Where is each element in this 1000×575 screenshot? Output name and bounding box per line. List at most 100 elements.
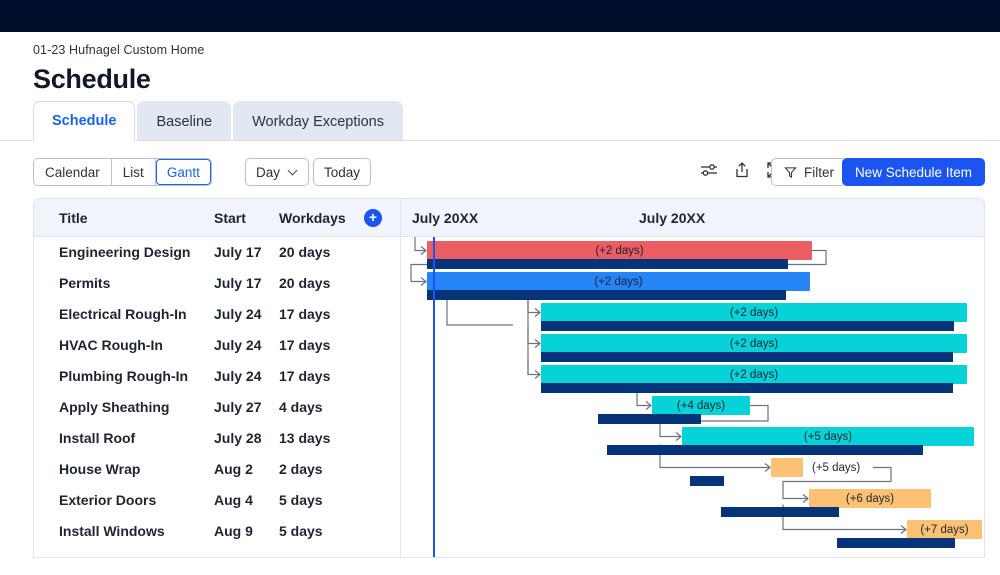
row-title: Electrical Rough-In bbox=[59, 306, 187, 322]
table-row[interactable]: Exterior Doors Aug 4 5 days bbox=[34, 485, 400, 516]
filter-funnel-icon bbox=[784, 166, 797, 178]
gantt-baseline-bar bbox=[541, 352, 953, 362]
gantt-bar[interactable]: (+7 days) bbox=[907, 520, 982, 539]
row-start-date: Aug 4 bbox=[214, 492, 253, 508]
breadcrumb[interactable]: 01-23 Hufnagel Custom Home bbox=[33, 32, 204, 58]
tab-workday-exceptions[interactable]: Workday Exceptions bbox=[233, 101, 403, 141]
table-row[interactable]: Electrical Rough-In July 24 17 days bbox=[34, 299, 400, 330]
row-workdays: 4 days bbox=[279, 399, 323, 415]
gantt-baseline-bar bbox=[598, 414, 701, 424]
view-mode-gantt[interactable]: Gantt bbox=[155, 159, 211, 185]
row-workdays: 17 days bbox=[279, 368, 331, 384]
add-column-button[interactable]: + bbox=[364, 209, 382, 227]
row-start-date: July 28 bbox=[214, 430, 262, 446]
row-title: Exterior Doors bbox=[59, 492, 157, 508]
row-workdays: 13 days bbox=[279, 430, 331, 446]
dependency-arrowhead bbox=[534, 370, 541, 379]
gantt-baseline-bar bbox=[541, 383, 953, 393]
row-start-date: July 27 bbox=[214, 399, 262, 415]
table-row[interactable]: Apply Sheathing July 27 4 days bbox=[34, 392, 400, 423]
row-workdays: 17 days bbox=[279, 337, 331, 353]
share-export-icon[interactable] bbox=[732, 160, 752, 180]
schedule-row-list: Engineering Design July 17 20 days Permits J… bbox=[34, 237, 400, 547]
table-row[interactable]: Install Roof July 28 13 days bbox=[34, 423, 400, 454]
column-header-workdays[interactable]: Workdays bbox=[279, 210, 346, 226]
row-title: Permits bbox=[59, 275, 111, 291]
row-start-date: July 24 bbox=[214, 306, 262, 322]
row-workdays: 20 days bbox=[279, 275, 331, 291]
column-header-title[interactable]: Title bbox=[59, 210, 88, 226]
row-start-date: Aug 2 bbox=[214, 461, 253, 477]
gantt-bar-label: (+5 days) bbox=[812, 461, 861, 474]
row-title: Plumbing Rough-In bbox=[59, 368, 189, 384]
dependency-arrowhead bbox=[534, 339, 541, 348]
gantt-bar[interactable]: (+2 days) bbox=[541, 334, 967, 353]
zoom-level-value: Day bbox=[256, 164, 281, 180]
schedule-app: 01-23 Hufnagel Custom Home Schedule Sche… bbox=[0, 0, 1000, 575]
gantt-bar-label: (+2 days) bbox=[729, 368, 779, 381]
gantt-bar[interactable]: (+5 days) bbox=[682, 427, 974, 446]
table-row[interactable]: Install Windows Aug 9 5 days bbox=[34, 516, 400, 547]
row-workdays: 5 days bbox=[279, 492, 323, 508]
grid-header: Title Start Workdays + July 20XX July 20… bbox=[34, 199, 984, 237]
row-workdays: 20 days bbox=[279, 244, 331, 260]
table-row[interactable]: HVAC Rough-In July 24 17 days bbox=[34, 330, 400, 361]
gantt-bar-label: (+4 days) bbox=[676, 399, 726, 412]
zoom-level-dropdown[interactable]: Day bbox=[245, 158, 310, 186]
gantt-bar[interactable]: (+5 days) bbox=[771, 458, 860, 477]
row-workdays: 2 days bbox=[279, 461, 323, 477]
dependency-arrowhead bbox=[420, 246, 427, 255]
chevron-down-icon bbox=[289, 166, 298, 175]
view-mode-calendar[interactable]: Calendar bbox=[34, 159, 112, 185]
dependency-arrowhead bbox=[675, 432, 682, 441]
row-start-date: July 17 bbox=[214, 244, 262, 260]
table-row[interactable]: Engineering Design July 17 20 days bbox=[34, 237, 400, 268]
row-workdays: 17 days bbox=[279, 306, 331, 322]
gantt-baseline-bar bbox=[427, 259, 788, 269]
table-row[interactable]: Plumbing Rough-In July 24 17 days bbox=[34, 361, 400, 392]
row-start-date: Aug 9 bbox=[214, 523, 253, 539]
gantt-chart: (+2 days) (+2 days) (+2 days) (+2 days) (+2 … bbox=[401, 237, 984, 557]
app-top-bar bbox=[0, 0, 1000, 32]
gantt-baseline-bar bbox=[607, 445, 923, 455]
gantt-bar-label: (+2 days) bbox=[595, 244, 644, 257]
row-title: Install Roof bbox=[59, 430, 136, 446]
gantt-bar[interactable]: (+2 days) bbox=[541, 303, 967, 322]
new-schedule-item-button[interactable]: New Schedule Item bbox=[841, 158, 985, 186]
gantt-bar-label: (+2 days) bbox=[594, 275, 643, 288]
table-row[interactable]: Permits July 17 20 days bbox=[34, 268, 400, 299]
gantt-baseline-bar bbox=[837, 538, 955, 548]
row-title: Install Windows bbox=[59, 523, 165, 539]
row-title: House Wrap bbox=[59, 461, 141, 477]
gantt-bar[interactable]: (+2 days) bbox=[427, 241, 812, 260]
gantt-bar[interactable]: (+2 days) bbox=[427, 272, 810, 291]
table-row[interactable]: House Wrap Aug 2 2 days bbox=[34, 454, 400, 485]
page-title: Schedule bbox=[33, 64, 151, 94]
tab-schedule[interactable]: Schedule bbox=[33, 101, 136, 141]
gantt-baseline-bar bbox=[427, 290, 786, 300]
row-start-date: July 17 bbox=[214, 275, 262, 291]
tab-baseline[interactable]: Baseline bbox=[137, 101, 232, 141]
gantt-bar-label: (+5 days) bbox=[803, 430, 853, 443]
filter-button[interactable]: Filter bbox=[771, 158, 847, 186]
today-button[interactable]: Today bbox=[313, 158, 372, 186]
gantt-bar[interactable]: (+6 days) bbox=[809, 489, 931, 508]
view-mode-switch: Calendar List Gantt bbox=[33, 158, 212, 186]
view-mode-list[interactable]: List bbox=[111, 159, 156, 185]
gantt-baseline-bar bbox=[690, 476, 724, 486]
column-header-start[interactable]: Start bbox=[214, 210, 246, 226]
gantt-bar[interactable]: (+4 days) bbox=[652, 396, 750, 415]
dependency-arrowhead bbox=[764, 463, 771, 472]
row-start-date: July 24 bbox=[214, 337, 262, 353]
gantt-bar-label: (+2 days) bbox=[729, 337, 779, 350]
toolbar: Calendar List Gantt Day Today Filter New… bbox=[0, 158, 1000, 188]
row-title: Apply Sheathing bbox=[59, 399, 170, 415]
row-workdays: 5 days bbox=[279, 523, 323, 539]
dependency-arrowhead bbox=[802, 494, 809, 503]
gantt-baseline-bar bbox=[541, 321, 954, 331]
dependency-connector bbox=[414, 237, 426, 252]
row-title: Engineering Design bbox=[59, 244, 191, 260]
settings-sliders-icon[interactable] bbox=[699, 160, 719, 180]
gantt-bar[interactable]: (+2 days) bbox=[541, 365, 967, 384]
tab-bar: Schedule Baseline Workday Exceptions bbox=[33, 101, 405, 141]
